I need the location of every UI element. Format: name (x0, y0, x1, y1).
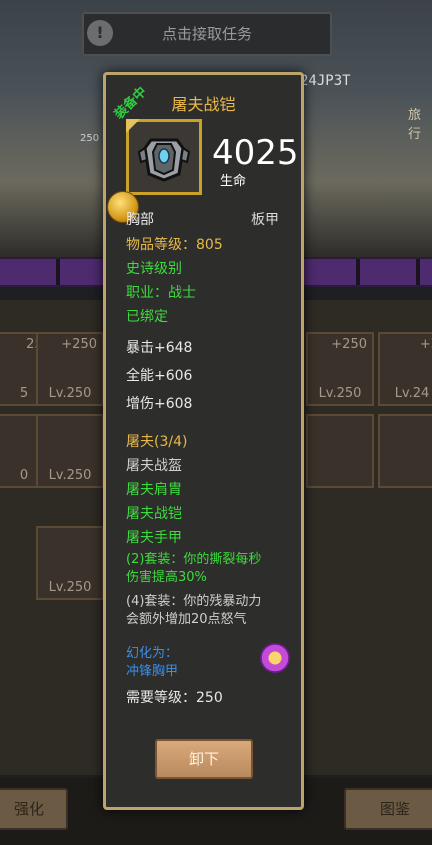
item-level: 物品等级：805 (126, 237, 223, 253)
set-bonus-2: (2)套装：你的撕裂每秒 伤害提高30% (126, 551, 286, 587)
slot-level: Lv.250 (318, 386, 362, 401)
equip-slot[interactable] (378, 414, 432, 488)
stat-versatility: 全能+606 (126, 368, 193, 384)
accept-quest-bar[interactable]: 点击接取任务 (82, 12, 332, 56)
equip-slot[interactable]: +250 Lv.250 (306, 332, 374, 406)
slot-type: 胸部 (126, 212, 154, 228)
set-bonus-4-line1: (4)套装：你的残暴动力 (126, 594, 262, 609)
transmog-icon[interactable] (260, 643, 290, 673)
slot-level: Lv.24 (394, 386, 430, 401)
travel-label[interactable]: 旅行 (408, 104, 432, 142)
slot-level: Lv.250 (48, 580, 92, 595)
nav-enhance-button[interactable]: 强化 (0, 788, 68, 830)
slot-plus: +250 (61, 337, 97, 352)
set-piece: 屠夫战盔 (126, 458, 182, 474)
slot-level: Lv.250 (48, 468, 92, 483)
required-level: 需要等级：250 (126, 690, 223, 706)
stat-damage: 增伤+608 (126, 396, 193, 412)
equip-slot[interactable]: +250 Lv.250 (36, 332, 104, 406)
item-title: 屠夫战铠 (171, 95, 236, 114)
armor-type: 板甲 (251, 212, 279, 228)
slot-level: Lv.250 (48, 386, 92, 401)
slot-plus: +250 (331, 337, 367, 352)
equip-slot[interactable]: Lv.250 (36, 414, 104, 488)
quest-alert-icon: ! (87, 20, 113, 46)
corner-ornament (126, 119, 140, 133)
set-name: 屠夫(3/4) (126, 434, 188, 450)
set-bonus-2-line2: 伤害提高30% (126, 570, 207, 585)
transmog-label: 幻化为： (126, 646, 179, 661)
transmog-item: 冲锋胸甲 (126, 664, 179, 679)
set-bonus-4-line2: 会额外增加20点怒气 (126, 612, 247, 627)
item-detail-popup: 装备中 屠夫战铠 4025 生命 胸部 板甲 物品等级：805 史诗级别 职业：… (103, 72, 304, 810)
set-piece: 屠夫肩胄 (126, 482, 182, 498)
class-requirement: 职业：战士 (126, 285, 196, 301)
slot-plus: +2 (419, 337, 432, 352)
set-piece: 屠夫战铠 (126, 506, 182, 522)
item-icon-frame (126, 119, 202, 195)
player-code: 24JP3T (300, 73, 351, 89)
set-bonus-4: (4)套装：你的残暴动力 会额外增加20点怒气 (126, 593, 286, 629)
unequip-button[interactable]: 卸下 (155, 739, 253, 779)
nav-codex-button[interactable]: 图鉴 (344, 788, 432, 830)
rarity: 史诗级别 (126, 261, 182, 277)
set-bonus-2-line1: (2)套装：你的撕裂每秒 (126, 552, 262, 567)
main-stat-value: 4025 (212, 133, 299, 173)
bound-status: 已绑定 (126, 309, 168, 325)
equip-slot[interactable]: Lv.250 (36, 526, 104, 600)
main-stat-label: 生命 (220, 174, 247, 189)
equip-slot[interactable] (306, 414, 374, 488)
set-piece: 屠夫手甲 (126, 530, 182, 546)
equip-slot[interactable]: +2 Lv.24 (378, 332, 432, 406)
stat-crit: 暴击+648 (126, 340, 193, 356)
side-number: 250 (80, 133, 100, 144)
